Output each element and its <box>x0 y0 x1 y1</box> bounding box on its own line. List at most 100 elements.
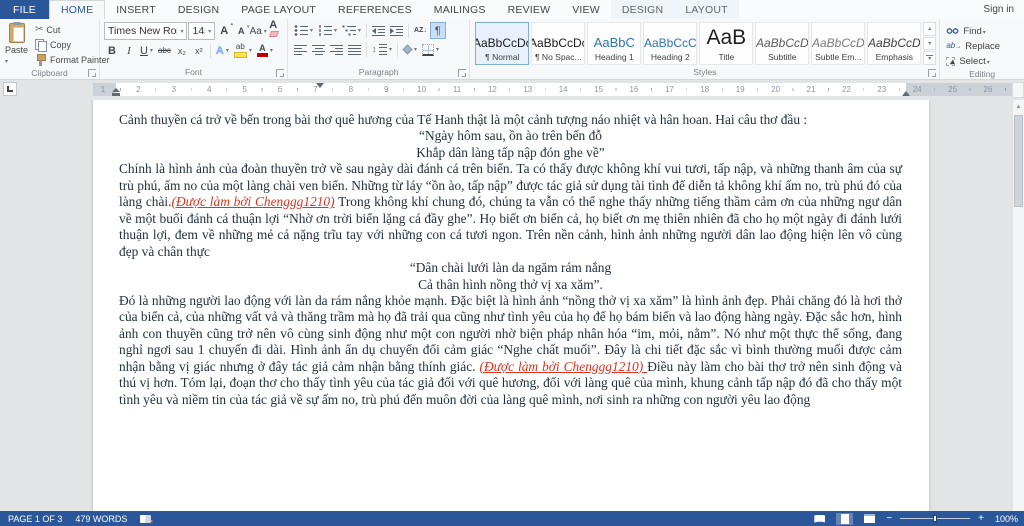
styles-scroll-down-button[interactable] <box>923 36 937 51</box>
zoom-out-button[interactable]: − <box>886 513 892 524</box>
change-case-button[interactable]: Aa <box>250 23 266 40</box>
text-effects-button[interactable]: A <box>214 42 231 59</box>
right-indent-marker[interactable] <box>902 91 910 96</box>
tab-home[interactable]: HOME <box>48 0 106 19</box>
underline-button[interactable]: U <box>138 42 155 59</box>
paragraph[interactable]: “Ngày hôm sau, ồn ào trên bến đỗ <box>119 128 902 144</box>
paragraph[interactable]: Chính là hình ảnh của đoàn thuyền trở về… <box>119 161 902 260</box>
line-spacing-icon <box>372 44 387 55</box>
zoom-in-button[interactable]: + <box>978 513 984 524</box>
style-heading-2[interactable]: AaBbCcC Heading 2 <box>643 22 698 65</box>
document-text[interactable]: Cảnh thuyền cá trở về bến trong bài thơ … <box>93 100 929 408</box>
web-layout-button[interactable] <box>861 513 878 525</box>
bullets-button[interactable] <box>292 22 315 39</box>
show-hide-paragraph-marks-button[interactable]: ¶ <box>429 22 446 39</box>
zoom-slider[interactable] <box>900 514 971 523</box>
paragraph[interactable]: Cảnh thuyền cá trở về bến trong bài thơ … <box>119 112 902 128</box>
tab-stop-selector[interactable] <box>3 82 17 96</box>
tab-page-layout[interactable]: PAGE LAYOUT <box>230 0 327 19</box>
tab-review[interactable]: REVIEW <box>497 0 562 19</box>
tab-view[interactable]: VIEW <box>561 0 611 19</box>
style-emphasis[interactable]: AaBbCcD Emphasis <box>867 22 922 65</box>
font-name-combo[interactable]: Times New Ro <box>104 22 188 40</box>
text-run-credit: (Được làm bởi Chenggg1210) <box>171 194 335 210</box>
sort-button[interactable]: AZ <box>412 22 429 39</box>
styles-scroll-up-button[interactable] <box>923 22 937 36</box>
tab-stop-left-icon <box>7 86 13 92</box>
bold-button[interactable]: B <box>104 42 120 59</box>
style-subtle-em[interactable]: AaBbCcD Subtle Em... <box>811 22 866 65</box>
strikethrough-button[interactable]: abc <box>156 42 173 59</box>
replace-button[interactable]: ab Replace <box>944 39 1002 53</box>
tab-mailings[interactable]: MAILINGS <box>423 0 497 19</box>
styles-dialog-launcher[interactable] <box>928 69 937 77</box>
hanging-indent-marker[interactable] <box>112 88 120 92</box>
find-button[interactable]: Find <box>944 24 1002 38</box>
left-indent-marker[interactable] <box>112 92 120 96</box>
editing-group: Find ab Replace Select Editing <box>940 19 1024 79</box>
clear-formatting-button[interactable]: A <box>267 19 283 40</box>
text-highlight-button[interactable]: ab <box>232 42 254 59</box>
horizontal-ruler[interactable]: 1 2 3 4 5 6 7 8 9 10 11 12 13 14 15 16 17 18 19 20 21 22 23 24 2… <box>93 83 1012 96</box>
word-count[interactable]: 479 WORDS <box>75 514 127 524</box>
style-no-spac[interactable]: AaBbCcDc ¶ No Spac... <box>531 22 586 65</box>
sign-in-link[interactable]: Sign in <box>983 0 1014 19</box>
align-left-button[interactable] <box>292 41 309 58</box>
multilevel-list-button[interactable] <box>340 22 363 39</box>
shading-button[interactable] <box>401 41 419 58</box>
styles-more-button[interactable] <box>923 51 937 66</box>
style-subtitle[interactable]: AaBbCcD Subtitle <box>755 22 810 65</box>
print-layout-button[interactable] <box>836 512 854 525</box>
paste-button[interactable]: Paste <box>4 22 29 66</box>
scroll-up-arrow[interactable]: ▲ <box>1013 100 1024 113</box>
line-spacing-button[interactable] <box>370 41 394 58</box>
select-button[interactable]: Select <box>944 54 1002 68</box>
font-size-combo[interactable]: 14 <box>188 22 216 40</box>
text-run: Cả thân hình nồng thở vị xa xăm”. <box>418 276 603 292</box>
zoom-level[interactable]: 100% <box>992 514 1018 524</box>
align-center-button[interactable] <box>310 41 327 58</box>
tab-references[interactable]: REFERENCES <box>327 0 423 19</box>
zoom-slider-thumb[interactable] <box>933 515 938 522</box>
tab-layout-contextual[interactable]: LAYOUT <box>674 0 739 19</box>
proofing-status-icon[interactable] <box>140 514 153 525</box>
paragraph-dialog-launcher[interactable] <box>458 69 467 77</box>
font-color-button[interactable]: A <box>255 42 275 59</box>
tab-design-contextual[interactable]: DESIGN <box>610 0 675 19</box>
align-right-button[interactable] <box>328 41 345 58</box>
paragraph[interactable]: Khắp dân làng tấp nập đón ghe về” <box>119 145 902 161</box>
style-heading-1[interactable]: AaBbC Heading 1 <box>587 22 642 65</box>
paragraph[interactable]: Cả thân hình nồng thở vị xa xăm”. <box>119 277 902 293</box>
font-dialog-launcher[interactable] <box>276 69 284 77</box>
numbering-button[interactable] <box>316 22 339 39</box>
style-name: Title <box>718 52 735 62</box>
subscript-button[interactable]: x₂ <box>174 42 190 59</box>
paragraph[interactable]: Đó là những người lao động với làn da rá… <box>119 293 902 408</box>
borders-button[interactable] <box>420 41 441 58</box>
ruler-number: 24 <box>912 85 922 94</box>
grow-font-button[interactable]: A <box>216 21 233 40</box>
page-indicator[interactable]: PAGE 1 OF 3 <box>8 514 62 524</box>
clear-formatting-icon: A <box>269 19 281 43</box>
shrink-font-button[interactable]: A <box>233 23 249 40</box>
increase-indent-button[interactable] <box>388 22 405 39</box>
italic-button[interactable]: I <box>121 42 137 59</box>
read-mode-button[interactable] <box>811 513 828 525</box>
format-painter-icon <box>35 54 47 66</box>
superscript-button[interactable]: x² <box>191 42 207 59</box>
clipboard-dialog-launcher[interactable] <box>88 69 96 77</box>
decrease-indent-button[interactable] <box>370 22 387 39</box>
paragraph[interactable]: “Dân chài lưới làn da ngăm rám nắng <box>119 260 902 276</box>
increase-indent-icon <box>390 25 404 36</box>
style-normal[interactable]: AaBbCcDc ¶ Normal <box>475 22 530 65</box>
vertical-scrollbar[interactable]: ▲ <box>1012 100 1024 511</box>
justify-button[interactable] <box>346 41 363 58</box>
first-line-indent-marker[interactable] <box>316 83 324 88</box>
ruler-toggle-button[interactable] <box>1012 82 1024 98</box>
tab-file[interactable]: FILE <box>0 0 49 19</box>
scrollbar-thumb[interactable] <box>1014 115 1023 207</box>
borders-icon <box>422 43 435 56</box>
style-title[interactable]: AaB Title <box>699 22 754 65</box>
tab-insert[interactable]: INSERT <box>105 0 167 19</box>
tab-design[interactable]: DESIGN <box>167 0 230 19</box>
